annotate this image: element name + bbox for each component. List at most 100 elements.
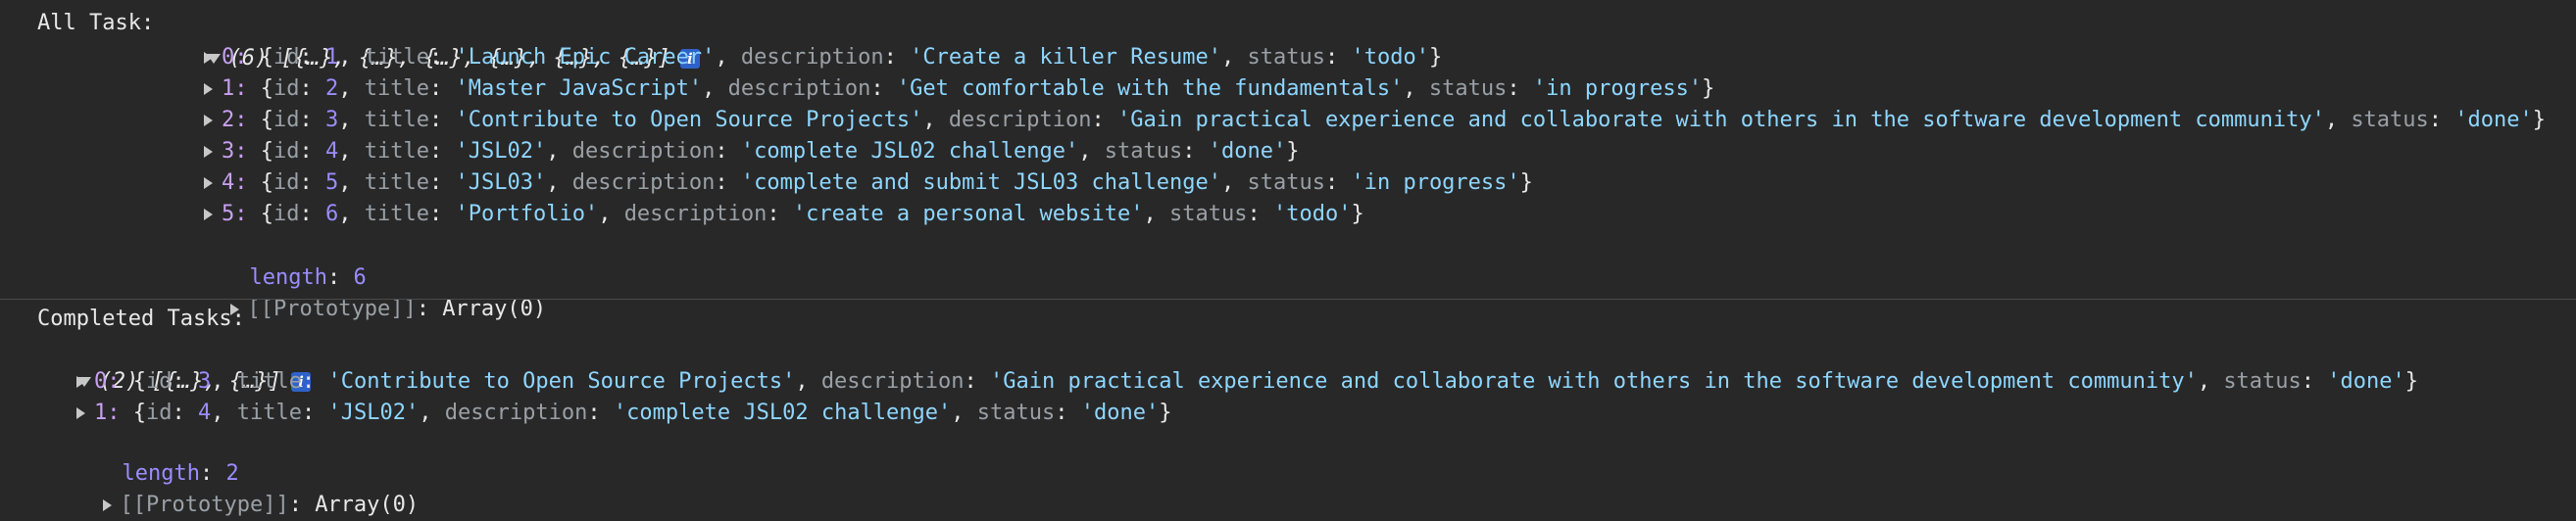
status-key: status <box>976 401 1056 425</box>
title-key: title <box>364 170 429 195</box>
prototype-value: Array(0) <box>315 493 420 517</box>
title-key: title <box>364 108 429 132</box>
status-value: 'done' <box>2454 108 2533 132</box>
title-key: title <box>364 45 429 70</box>
chevron-right-icon[interactable] <box>204 177 213 189</box>
description-value: 'Create a killer Resume' <box>910 45 1221 70</box>
status-key: status <box>1247 45 1325 70</box>
title-value: 'JSL02' <box>327 401 420 425</box>
object-row[interactable]: 0: {id: 3, title: 'Contribute to Open So… <box>76 366 2418 398</box>
id-value: 2 <box>325 76 339 101</box>
row-index: 4: <box>222 170 248 195</box>
length-row: length: 6 <box>249 265 367 290</box>
title-key: title <box>364 139 429 164</box>
description-key: description <box>727 76 871 101</box>
row-index: 0: <box>94 369 121 394</box>
chevron-right-icon[interactable] <box>76 376 85 388</box>
object-row[interactable]: 3: {id: 4, title: 'JSL02', description: … <box>204 136 1300 167</box>
row-index: 0: <box>222 45 248 70</box>
status-key: status <box>2351 108 2429 132</box>
object-row[interactable]: 0: {id: 1, title: 'Launch Epic Career', … <box>204 42 1442 73</box>
description-value: 'create a personal website' <box>792 202 1144 226</box>
id-value: 1 <box>325 45 339 70</box>
id-key: id <box>273 202 300 226</box>
id-key: id <box>146 401 173 425</box>
id-value: 4 <box>198 401 212 425</box>
id-key: id <box>273 76 300 101</box>
description-value: 'complete JSL02 challenge' <box>740 139 1079 164</box>
prototype-row[interactable]: [[Prototype]]: Array(0) <box>76 458 419 517</box>
description-key: description <box>571 139 716 164</box>
title-key: title <box>236 401 302 425</box>
id-value: 3 <box>198 369 212 394</box>
title-value: 'Master JavaScript' <box>455 76 703 101</box>
description-key: description <box>623 202 768 226</box>
title-value: 'JSL02' <box>455 139 547 164</box>
object-row[interactable]: 1: {id: 2, title: 'Master JavaScript', d… <box>204 73 1714 105</box>
description-key: description <box>444 401 588 425</box>
status-value: 'in progress' <box>1532 76 1703 101</box>
status-key: status <box>1428 76 1508 101</box>
row-index: 1: <box>222 76 248 101</box>
prototype-value: Array(0) <box>442 297 547 321</box>
title-key: title <box>364 202 429 226</box>
completed-array-toggle[interactable]: (2) [{…}, {…}] i <box>51 335 311 394</box>
description-value: 'Gain practical experience and collabora… <box>1117 108 2325 132</box>
object-row[interactable]: 1: {id: 4, title: 'JSL02', description: … <box>76 398 1172 429</box>
chevron-right-icon[interactable] <box>76 407 85 419</box>
description-key: description <box>740 45 884 70</box>
chevron-right-icon[interactable] <box>204 115 213 126</box>
object-row[interactable]: 5: {id: 6, title: 'Portfolio', descripti… <box>204 199 1364 230</box>
status-value: 'todo' <box>1351 45 1429 70</box>
chevron-right-icon[interactable] <box>204 209 213 220</box>
prototype-row[interactable]: [[Prototype]]: Array(0) <box>204 262 546 321</box>
object-row[interactable]: 4: {id: 5, title: 'JSL03', description: … <box>204 167 1533 199</box>
description-key: description <box>948 108 1092 132</box>
object-row[interactable]: 2: {id: 3, title: 'Contribute to Open So… <box>204 105 2546 136</box>
title-key: title <box>236 369 302 394</box>
row-index: 1: <box>94 401 121 425</box>
id-key: id <box>273 108 300 132</box>
chevron-right-icon[interactable] <box>204 52 213 64</box>
description-value: 'Get comfortable with the fundamentals' <box>896 76 1404 101</box>
prototype-key: [[Prototype]] <box>247 297 417 321</box>
title-value: 'Launch Epic Career' <box>455 45 716 70</box>
title-value: 'JSL03' <box>455 170 547 195</box>
status-key: status <box>2223 369 2302 394</box>
description-key: description <box>571 170 716 195</box>
id-key: id <box>273 170 300 195</box>
chevron-right-icon[interactable] <box>204 83 213 95</box>
chevron-right-icon[interactable] <box>204 146 213 158</box>
console-divider <box>0 299 2576 300</box>
status-value: 'done' <box>2327 369 2405 394</box>
row-index: 5: <box>222 202 248 226</box>
all-task-array-toggle[interactable]: (6) [{…}, {…}, {…}, {…}, {…}, {…}] i <box>180 12 700 71</box>
chevron-right-icon[interactable] <box>102 499 112 511</box>
description-key: description <box>820 369 965 394</box>
id-key: id <box>273 45 300 70</box>
row-index: 3: <box>222 139 248 164</box>
title-key: title <box>364 76 429 101</box>
completed-tasks-label: Completed Tasks: <box>37 307 245 331</box>
title-value: 'Contribute to Open Source Projects' <box>327 369 796 394</box>
description-value: 'complete JSL02 challenge' <box>613 401 952 425</box>
description-value: 'Gain practical experience and collabora… <box>990 369 2198 394</box>
id-value: 4 <box>325 139 339 164</box>
status-value: 'done' <box>1080 401 1160 425</box>
title-value: 'Contribute to Open Source Projects' <box>455 108 923 132</box>
title-value: 'Portfolio' <box>455 202 599 226</box>
id-value: 3 <box>325 108 339 132</box>
id-key: id <box>273 139 300 164</box>
id-value: 6 <box>325 202 339 226</box>
all-task-label: All Task: <box>37 11 155 35</box>
id-key: id <box>146 369 173 394</box>
status-value: 'todo' <box>1273 202 1352 226</box>
row-index: 2: <box>222 108 248 132</box>
status-key: status <box>1169 202 1248 226</box>
length-row: length: 2 <box>122 461 239 486</box>
prototype-key: [[Prototype]] <box>120 493 289 517</box>
status-key: status <box>1104 139 1183 164</box>
status-value: 'done' <box>1208 139 1287 164</box>
description-value: 'complete and submit JSL03 challenge' <box>740 170 1221 195</box>
id-value: 5 <box>325 170 339 195</box>
